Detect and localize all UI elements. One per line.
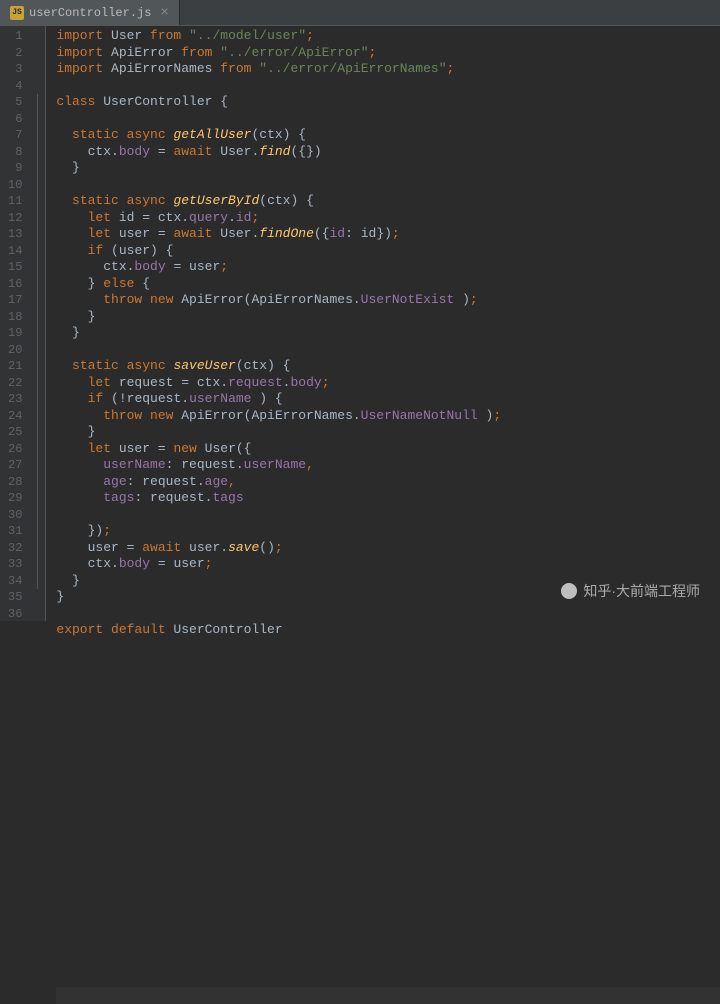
line-number: 7 (8, 127, 22, 144)
code-line[interactable]: let user = await User.findOne({id: id}); (56, 226, 720, 243)
line-number: 12 (8, 210, 22, 227)
line-number: 35 (8, 589, 22, 606)
code-line[interactable]: if (!request.userName ) { (56, 391, 720, 408)
line-number: 10 (8, 177, 22, 194)
tab-bar: JS userController.js × (0, 0, 720, 26)
code-line[interactable]: userName: request.userName, (56, 457, 720, 474)
code-line[interactable]: user = await user.save(); (56, 540, 720, 557)
line-number: 5 (8, 94, 22, 111)
code-line[interactable]: static async getUserById(ctx) { (56, 193, 720, 210)
code-area[interactable]: import User from "../model/user";import … (46, 26, 720, 621)
line-number: 9 (8, 160, 22, 177)
code-line[interactable]: import ApiErrorNames from "../error/ApiE… (56, 61, 720, 78)
line-number: 13 (8, 226, 22, 243)
code-line[interactable]: ctx.body = user; (56, 556, 720, 573)
line-number: 30 (8, 507, 22, 524)
line-number: 22 (8, 375, 22, 392)
line-number: 1 (8, 28, 22, 45)
code-line[interactable]: } else { (56, 276, 720, 293)
code-line[interactable]: age: request.age, (56, 474, 720, 491)
code-line[interactable]: class UserController { (56, 94, 720, 111)
line-number: 4 (8, 78, 22, 95)
line-number: 11 (8, 193, 22, 210)
line-number: 18 (8, 309, 22, 326)
line-number: 28 (8, 474, 22, 491)
line-number: 31 (8, 523, 22, 540)
line-number: 24 (8, 408, 22, 425)
line-number: 16 (8, 276, 22, 293)
line-number: 21 (8, 358, 22, 375)
code-line[interactable]: } (56, 424, 720, 441)
line-number: 29 (8, 490, 22, 507)
close-icon[interactable]: × (160, 5, 168, 21)
code-line[interactable] (56, 177, 720, 194)
code-line[interactable]: }); (56, 523, 720, 540)
line-number: 15 (8, 259, 22, 276)
code-line[interactable]: throw new ApiError(ApiErrorNames.UserNot… (56, 292, 720, 309)
code-line[interactable]: export default UserController (56, 622, 720, 639)
code-line[interactable]: } (56, 573, 720, 590)
code-line[interactable]: if (user) { (56, 243, 720, 260)
code-line[interactable]: } (56, 325, 720, 342)
code-line[interactable] (56, 342, 720, 359)
line-number-gutter: 1234567891011121314151617181920212223242… (0, 26, 32, 621)
line-number: 27 (8, 457, 22, 474)
fold-gutter (32, 26, 46, 621)
line-number: 26 (8, 441, 22, 458)
line-number: 19 (8, 325, 22, 342)
line-number: 17 (8, 292, 22, 309)
code-editor[interactable]: 1234567891011121314151617181920212223242… (0, 26, 720, 621)
code-line[interactable]: static async saveUser(ctx) { (56, 358, 720, 375)
code-line[interactable]: throw new ApiError(ApiErrorNames.UserNam… (56, 408, 720, 425)
code-line[interactable] (56, 111, 720, 128)
code-line[interactable]: } (56, 589, 720, 606)
line-number: 20 (8, 342, 22, 359)
code-line[interactable]: let id = ctx.query.id; (56, 210, 720, 227)
tab-filename: userController.js (29, 6, 151, 20)
line-number: 3 (8, 61, 22, 78)
line-number: 25 (8, 424, 22, 441)
code-line[interactable]: import User from "../model/user"; (56, 28, 720, 45)
code-line[interactable]: tags: request.tags (56, 490, 720, 507)
js-file-icon: JS (10, 6, 24, 20)
code-line[interactable]: let user = new User({ (56, 441, 720, 458)
line-number: 34 (8, 573, 22, 590)
code-line[interactable]: ctx.body = user; (56, 259, 720, 276)
code-line[interactable] (56, 606, 720, 623)
code-line[interactable]: let request = ctx.request.body; (56, 375, 720, 392)
line-number: 2 (8, 45, 22, 62)
code-line[interactable]: import ApiError from "../error/ApiError"… (56, 45, 720, 62)
line-number: 33 (8, 556, 22, 573)
line-number: 6 (8, 111, 22, 128)
file-tab[interactable]: JS userController.js × (0, 0, 180, 25)
line-number: 14 (8, 243, 22, 260)
code-line[interactable]: ctx.body = await User.find({}) (56, 144, 720, 161)
caret-line-highlight (56, 987, 720, 1004)
line-number: 23 (8, 391, 22, 408)
code-line[interactable]: } (56, 160, 720, 177)
code-line[interactable]: static async getAllUser(ctx) { (56, 127, 720, 144)
line-number: 8 (8, 144, 22, 161)
code-line[interactable]: } (56, 309, 720, 326)
line-number: 36 (8, 606, 22, 623)
code-line[interactable] (56, 78, 720, 95)
line-number: 32 (8, 540, 22, 557)
